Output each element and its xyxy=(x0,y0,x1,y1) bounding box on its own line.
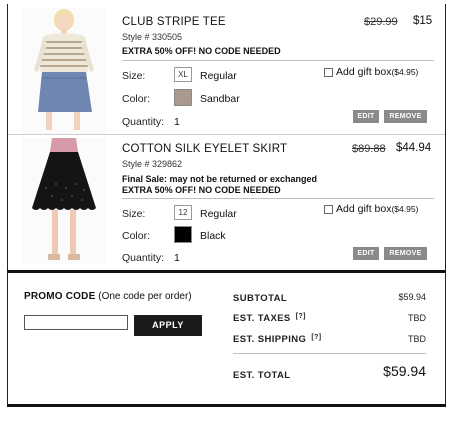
taxes-value: TBD xyxy=(408,313,426,323)
promo-message: EXTRA 50% OFF! NO CODE NEEDED xyxy=(122,46,281,56)
size-value: Regular xyxy=(200,208,237,220)
style-number: Style # 330505 xyxy=(122,32,183,42)
promo-message: EXTRA 50% OFF! NO CODE NEEDED xyxy=(122,185,281,195)
quantity-value: 1 xyxy=(174,116,180,128)
color-label: Color: xyxy=(122,93,151,105)
product-image-eyelet-skirt[interactable] xyxy=(22,138,106,264)
total-label: EST. TOTAL xyxy=(233,370,291,381)
quantity-label: Quantity: xyxy=(122,252,165,264)
size-label: Size: xyxy=(122,208,146,220)
quantity-value: 1 xyxy=(174,252,180,264)
promo-note: (One code per order) xyxy=(98,291,192,302)
shipping-help-link[interactable]: [?] xyxy=(311,334,321,341)
final-sale-notice: Final Sale: may not be returned or excha… xyxy=(122,174,318,184)
product-name[interactable]: COTTON SILK EYELET SKIRT xyxy=(122,143,287,155)
gift-box-price: ($4.95) xyxy=(391,204,419,214)
taxes-label: EST. TAXES xyxy=(233,313,291,324)
gift-box-price: ($4.95) xyxy=(391,67,419,77)
checkbox-icon[interactable] xyxy=(324,67,333,77)
remove-button[interactable]: REMOVE xyxy=(384,247,427,260)
size-value: Regular xyxy=(200,70,237,82)
color-value: Sandbar xyxy=(200,93,240,105)
cart-frame-bottom xyxy=(7,404,446,407)
remove-button[interactable]: REMOVE xyxy=(384,110,427,123)
add-gift-box-checkbox[interactable]: Add gift box ($4.95) xyxy=(324,66,418,78)
total-value: $59.94 xyxy=(383,363,426,379)
section-divider xyxy=(7,270,446,273)
product-name[interactable]: CLUB STRIPE TEE xyxy=(122,16,226,28)
taxes-help-link[interactable]: [?] xyxy=(296,313,306,320)
shipping-label: EST. SHIPPING xyxy=(233,334,307,345)
summary-divider xyxy=(233,353,426,354)
color-swatch xyxy=(174,226,192,243)
style-number: Style # 329862 xyxy=(122,159,183,169)
sale-price: $44.94 xyxy=(396,142,432,154)
quantity-label: Quantity: xyxy=(122,116,165,128)
cart-item: COTTON SILK EYELET SKIRT Style # 329862 … xyxy=(8,136,445,269)
subtotal-value: $59.94 xyxy=(398,292,426,302)
product-image-stripe-tee[interactable] xyxy=(22,8,106,134)
shipping-row: EST. SHIPPING [?] xyxy=(233,334,322,345)
cart-item: CLUB STRIPE TEE Style # 330505 EXTRA 50%… xyxy=(8,4,445,135)
color-swatch xyxy=(174,89,192,106)
original-price: $29.99 xyxy=(364,16,398,28)
promo-code-heading: PROMO CODE (One code per order) xyxy=(24,291,192,302)
gift-box-label: Add gift box xyxy=(336,203,392,215)
taxes-row: EST. TAXES [?] xyxy=(233,313,306,324)
divider xyxy=(122,60,434,61)
gift-box-label: Add gift box xyxy=(336,66,392,78)
edit-button[interactable]: EDIT xyxy=(353,247,379,260)
edit-button[interactable]: EDIT xyxy=(353,110,379,123)
checkbox-icon[interactable] xyxy=(324,204,333,214)
original-price: $89.88 xyxy=(352,143,386,155)
color-label: Color: xyxy=(122,230,151,242)
sale-price: $15 xyxy=(413,15,433,27)
divider xyxy=(122,198,434,199)
subtotal-label: SUBTOTAL xyxy=(233,293,288,304)
promo-title: PROMO CODE xyxy=(24,291,96,302)
add-gift-box-checkbox[interactable]: Add gift box ($4.95) xyxy=(324,203,418,215)
shipping-value: TBD xyxy=(408,334,426,344)
size-code-box: 12 xyxy=(174,205,192,220)
size-code-box: XL xyxy=(174,67,192,82)
size-label: Size: xyxy=(122,70,146,82)
promo-code-input[interactable] xyxy=(24,315,128,330)
color-value: Black xyxy=(200,230,226,242)
apply-button[interactable]: APPLY xyxy=(134,315,202,336)
